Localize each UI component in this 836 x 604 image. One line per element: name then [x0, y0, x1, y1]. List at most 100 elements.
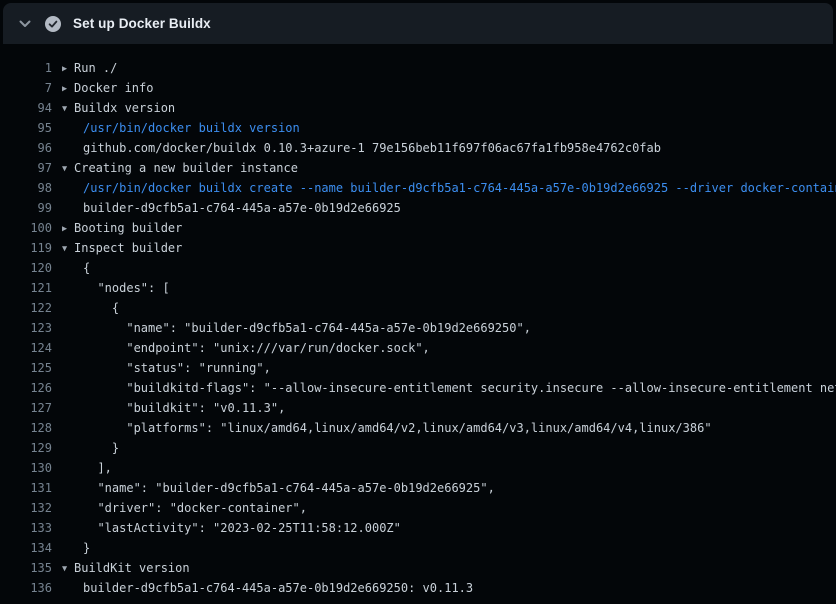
group-title[interactable]: Buildx version: [74, 101, 175, 115]
output-text: "driver": "docker-container",: [62, 498, 307, 518]
log-line: 124 "endpoint": "unix:///var/run/docker.…: [0, 338, 836, 358]
output-text: builder-d9cfb5a1-c764-445a-a57e-0b19d2e6…: [62, 578, 473, 598]
log-line: 134}: [0, 538, 836, 558]
line-number[interactable]: 129: [0, 438, 52, 458]
line-number[interactable]: 123: [0, 318, 52, 338]
output-text: "platforms": "linux/amd64,linux/amd64/v2…: [62, 418, 712, 438]
line-number[interactable]: 119: [0, 238, 52, 258]
line-number[interactable]: 121: [0, 278, 52, 298]
group-title[interactable]: BuildKit version: [74, 561, 190, 575]
line-number[interactable]: 122: [0, 298, 52, 318]
output-text: "lastActivity": "2023-02-25T11:58:12.000…: [62, 518, 401, 538]
line-number[interactable]: 1: [0, 58, 52, 78]
log-line: 95/usr/bin/docker buildx version: [0, 118, 836, 138]
group-title[interactable]: Creating a new builder instance: [74, 161, 298, 175]
group-header-content[interactable]: ▼Inspect builder: [62, 238, 182, 258]
log-line: 123 "name": "builder-d9cfb5a1-c764-445a-…: [0, 318, 836, 338]
group-header-content[interactable]: ▼Creating a new builder instance: [62, 158, 298, 178]
line-number[interactable]: 96: [0, 138, 52, 158]
line-number[interactable]: 135: [0, 558, 52, 578]
line-number[interactable]: 120: [0, 258, 52, 278]
log-line: 127 "buildkit": "v0.11.3",: [0, 398, 836, 418]
output-text: github.com/docker/buildx 0.10.3+azure-1 …: [62, 138, 661, 158]
log-line: 99 builder-d9cfb5a1-c764-445a-a57e-0b19d2…: [0, 198, 836, 218]
log-line: 130 ],: [0, 458, 836, 478]
line-number[interactable]: 98: [0, 178, 52, 198]
triangle-right-icon[interactable]: ▶: [62, 79, 74, 98]
group-header-content[interactable]: ▶Run ./: [62, 58, 117, 78]
log-line: 125 "status": "running",: [0, 358, 836, 378]
log-line: 129 }: [0, 438, 836, 458]
output-text: ],: [62, 458, 112, 478]
group-header-content[interactable]: ▶Booting builder: [62, 218, 182, 238]
output-text: "buildkit": "v0.11.3",: [62, 398, 285, 418]
log-line: 136 builder-d9cfb5a1-c764-445a-a57e-0b19d…: [0, 578, 836, 598]
output-text: }: [62, 538, 90, 558]
line-number[interactable]: 134: [0, 538, 52, 558]
output-text: "name": "builder-d9cfb5a1-c764-445a-a57e…: [62, 318, 531, 338]
log-group-header-row[interactable]: 119 ▼Inspect builder: [0, 238, 836, 258]
log-group-header-row[interactable]: 97 ▼Creating a new builder instance: [0, 158, 836, 178]
command-text: /usr/bin/docker buildx version: [62, 118, 300, 138]
output-text: "nodes": [: [62, 278, 170, 298]
line-number[interactable]: 127: [0, 398, 52, 418]
output-text: builder-d9cfb5a1-c764-445a-a57e-0b19d2e6…: [62, 198, 401, 218]
line-number[interactable]: 124: [0, 338, 52, 358]
actions-log-viewer: Set up Docker Buildx 1▶Run ./7▶Docker in…: [0, 0, 836, 604]
triangle-right-icon[interactable]: ▶: [62, 59, 74, 78]
log-line: 132 "driver": "docker-container",: [0, 498, 836, 518]
line-number[interactable]: 94: [0, 98, 52, 118]
line-number[interactable]: 125: [0, 358, 52, 378]
line-number[interactable]: 128: [0, 418, 52, 438]
group-header-content[interactable]: ▶Docker info: [62, 78, 153, 98]
triangle-down-icon[interactable]: ▼: [62, 99, 74, 118]
chevron-down-icon: [17, 16, 33, 32]
line-number[interactable]: 100: [0, 218, 52, 238]
output-text: "status": "running",: [62, 358, 271, 378]
log-lines: 1▶Run ./7▶Docker info94▼Buildx version95…: [0, 44, 836, 598]
log-line: 121 "nodes": [: [0, 278, 836, 298]
output-text: "buildkitd-flags": "--allow-insecure-ent…: [62, 378, 836, 398]
line-number[interactable]: 99: [0, 198, 52, 218]
step-header[interactable]: Set up Docker Buildx: [3, 3, 833, 44]
triangle-right-icon[interactable]: ▶: [62, 219, 74, 238]
group-title[interactable]: Docker info: [74, 81, 153, 95]
log-group-header-row[interactable]: 135 ▼BuildKit version: [0, 558, 836, 578]
log-line: 98/usr/bin/docker buildx create --name b…: [0, 178, 836, 198]
triangle-down-icon[interactable]: ▼: [62, 239, 74, 258]
line-number[interactable]: 7: [0, 78, 52, 98]
group-header-content[interactable]: ▼BuildKit version: [62, 558, 190, 578]
output-text: {: [62, 298, 119, 318]
log-group-header-row[interactable]: 100 ▶Booting builder: [0, 218, 836, 238]
group-title[interactable]: Inspect builder: [74, 241, 182, 255]
line-number[interactable]: 131: [0, 478, 52, 498]
log-line: 133 "lastActivity": "2023-02-25T11:58:12…: [0, 518, 836, 538]
output-text: "endpoint": "unix:///var/run/docker.sock…: [62, 338, 430, 358]
group-title[interactable]: Booting builder: [74, 221, 182, 235]
group-title[interactable]: Run ./: [74, 61, 117, 75]
command-text: /usr/bin/docker buildx create --name bui…: [62, 178, 836, 198]
log-line: 131 "name": "builder-d9cfb5a1-c764-445a-…: [0, 478, 836, 498]
triangle-down-icon[interactable]: ▼: [62, 559, 74, 578]
output-text: {: [62, 258, 90, 278]
line-number[interactable]: 132: [0, 498, 52, 518]
log-line: 120 {: [0, 258, 836, 278]
output-text: "name": "builder-d9cfb5a1-c764-445a-a57e…: [62, 478, 495, 498]
check-circle-icon: [45, 16, 61, 32]
output-text: }: [62, 438, 119, 458]
group-header-content[interactable]: ▼Buildx version: [62, 98, 175, 118]
line-number[interactable]: 133: [0, 518, 52, 538]
log-line: 128 "platforms": "linux/amd64,linux/amd6…: [0, 418, 836, 438]
log-line: 122 {: [0, 298, 836, 318]
line-number[interactable]: 97: [0, 158, 52, 178]
line-number[interactable]: 136: [0, 578, 52, 598]
triangle-down-icon[interactable]: ▼: [62, 159, 74, 178]
line-number[interactable]: 130: [0, 458, 52, 478]
log-group-header-row[interactable]: 1 ▶Run ./: [0, 58, 836, 78]
line-number[interactable]: 126: [0, 378, 52, 398]
line-number[interactable]: 95: [0, 118, 52, 138]
log-group-header-row[interactable]: 94 ▼Buildx version: [0, 98, 836, 118]
log-line: 126 "buildkitd-flags": "--allow-insecure…: [0, 378, 836, 398]
log-line: 96 github.com/docker/buildx 0.10.3+azure-…: [0, 138, 836, 158]
log-group-header-row[interactable]: 7 ▶Docker info: [0, 78, 836, 98]
